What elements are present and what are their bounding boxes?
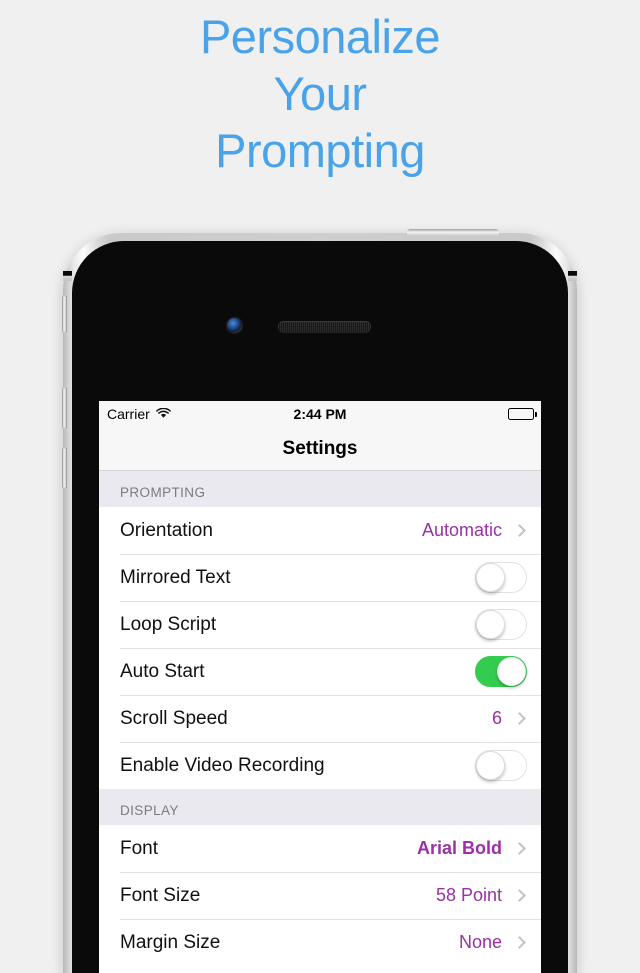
earpiece-speaker-icon <box>278 321 371 332</box>
settings-row-toggle[interactable] <box>475 656 527 687</box>
chevron-right-icon <box>513 889 526 902</box>
toggle-knob <box>476 610 505 639</box>
power-button[interactable] <box>407 229 499 236</box>
chevron-right-icon <box>513 842 526 855</box>
device-mockup: Carrier 2:44 PM Settings PROMPTING Orient… <box>62 229 577 973</box>
settings-row-value: 58 Point <box>435 885 502 905</box>
settings-row[interactable]: Enable Video Recording <box>99 742 541 789</box>
settings-row-label: Mirrored Text <box>120 566 231 588</box>
settings-row-label: Auto Start <box>120 660 205 682</box>
status-bar: Carrier 2:44 PM <box>99 401 541 427</box>
volume-up-button[interactable] <box>62 388 67 428</box>
chevron-right-icon <box>513 712 526 725</box>
settings-table: PROMPTING Orientation Automatic Mirrored Te… <box>99 471 541 966</box>
settings-row-label: Orientation <box>120 519 213 541</box>
battery-full-icon <box>508 408 537 420</box>
settings-row[interactable]: Scroll Speed 6 <box>99 695 541 742</box>
headline-line-3: Prompting <box>215 124 425 177</box>
section-header: DISPLAY <box>99 789 541 825</box>
headline-line-2: Your <box>273 67 367 120</box>
device-screen: Carrier 2:44 PM Settings PROMPTING Orient… <box>99 401 541 973</box>
settings-row-label: Scroll Speed <box>120 707 228 729</box>
silent-switch[interactable] <box>62 296 67 332</box>
carrier-label: Carrier <box>107 406 150 422</box>
settings-row-label: Font <box>120 837 159 859</box>
settings-row[interactable]: Auto Start <box>99 648 541 695</box>
settings-row[interactable]: Orientation Automatic <box>99 507 541 554</box>
status-bar-left: Carrier <box>107 406 171 422</box>
settings-row-label: Enable Video Recording <box>120 754 325 776</box>
settings-row[interactable]: Font Size 58 Point <box>99 872 541 919</box>
settings-row-label: Loop Script <box>120 613 217 635</box>
settings-row-value: Automatic <box>421 520 502 540</box>
settings-row[interactable]: Font Arial Bold <box>99 825 541 872</box>
chevron-right-icon <box>513 524 526 537</box>
settings-row[interactable]: Margin Size None <box>99 919 541 966</box>
settings-row-toggle[interactable] <box>475 609 527 640</box>
headline-line-1: Personalize <box>199 10 441 63</box>
toggle-knob <box>497 657 526 686</box>
settings-row-label: Margin Size <box>120 931 221 953</box>
section-header: PROMPTING <box>99 471 541 507</box>
navbar-title: Settings <box>282 437 358 459</box>
toggle-knob <box>476 563 505 592</box>
settings-row-toggle[interactable] <box>475 562 527 593</box>
settings-row-toggle[interactable] <box>475 750 527 781</box>
chevron-right-icon <box>513 936 526 949</box>
navigation-bar: Settings <box>99 427 541 471</box>
status-bar-right <box>508 408 537 420</box>
antenna-band-right <box>568 271 577 281</box>
settings-row[interactable]: Loop Script <box>99 601 541 648</box>
settings-row-value: 6 <box>491 708 502 728</box>
toggle-knob <box>476 751 505 780</box>
settings-row-label: Font Size <box>120 884 201 906</box>
antenna-band-left <box>63 271 72 281</box>
volume-down-button[interactable] <box>62 448 67 488</box>
settings-row[interactable]: Mirrored Text <box>99 554 541 601</box>
page-title: Personalize Your Prompting <box>0 8 640 179</box>
settings-row-value: Arial Bold <box>416 838 502 858</box>
settings-row-value: None <box>458 932 502 952</box>
wifi-icon <box>155 406 171 422</box>
front-camera-icon <box>227 318 242 333</box>
